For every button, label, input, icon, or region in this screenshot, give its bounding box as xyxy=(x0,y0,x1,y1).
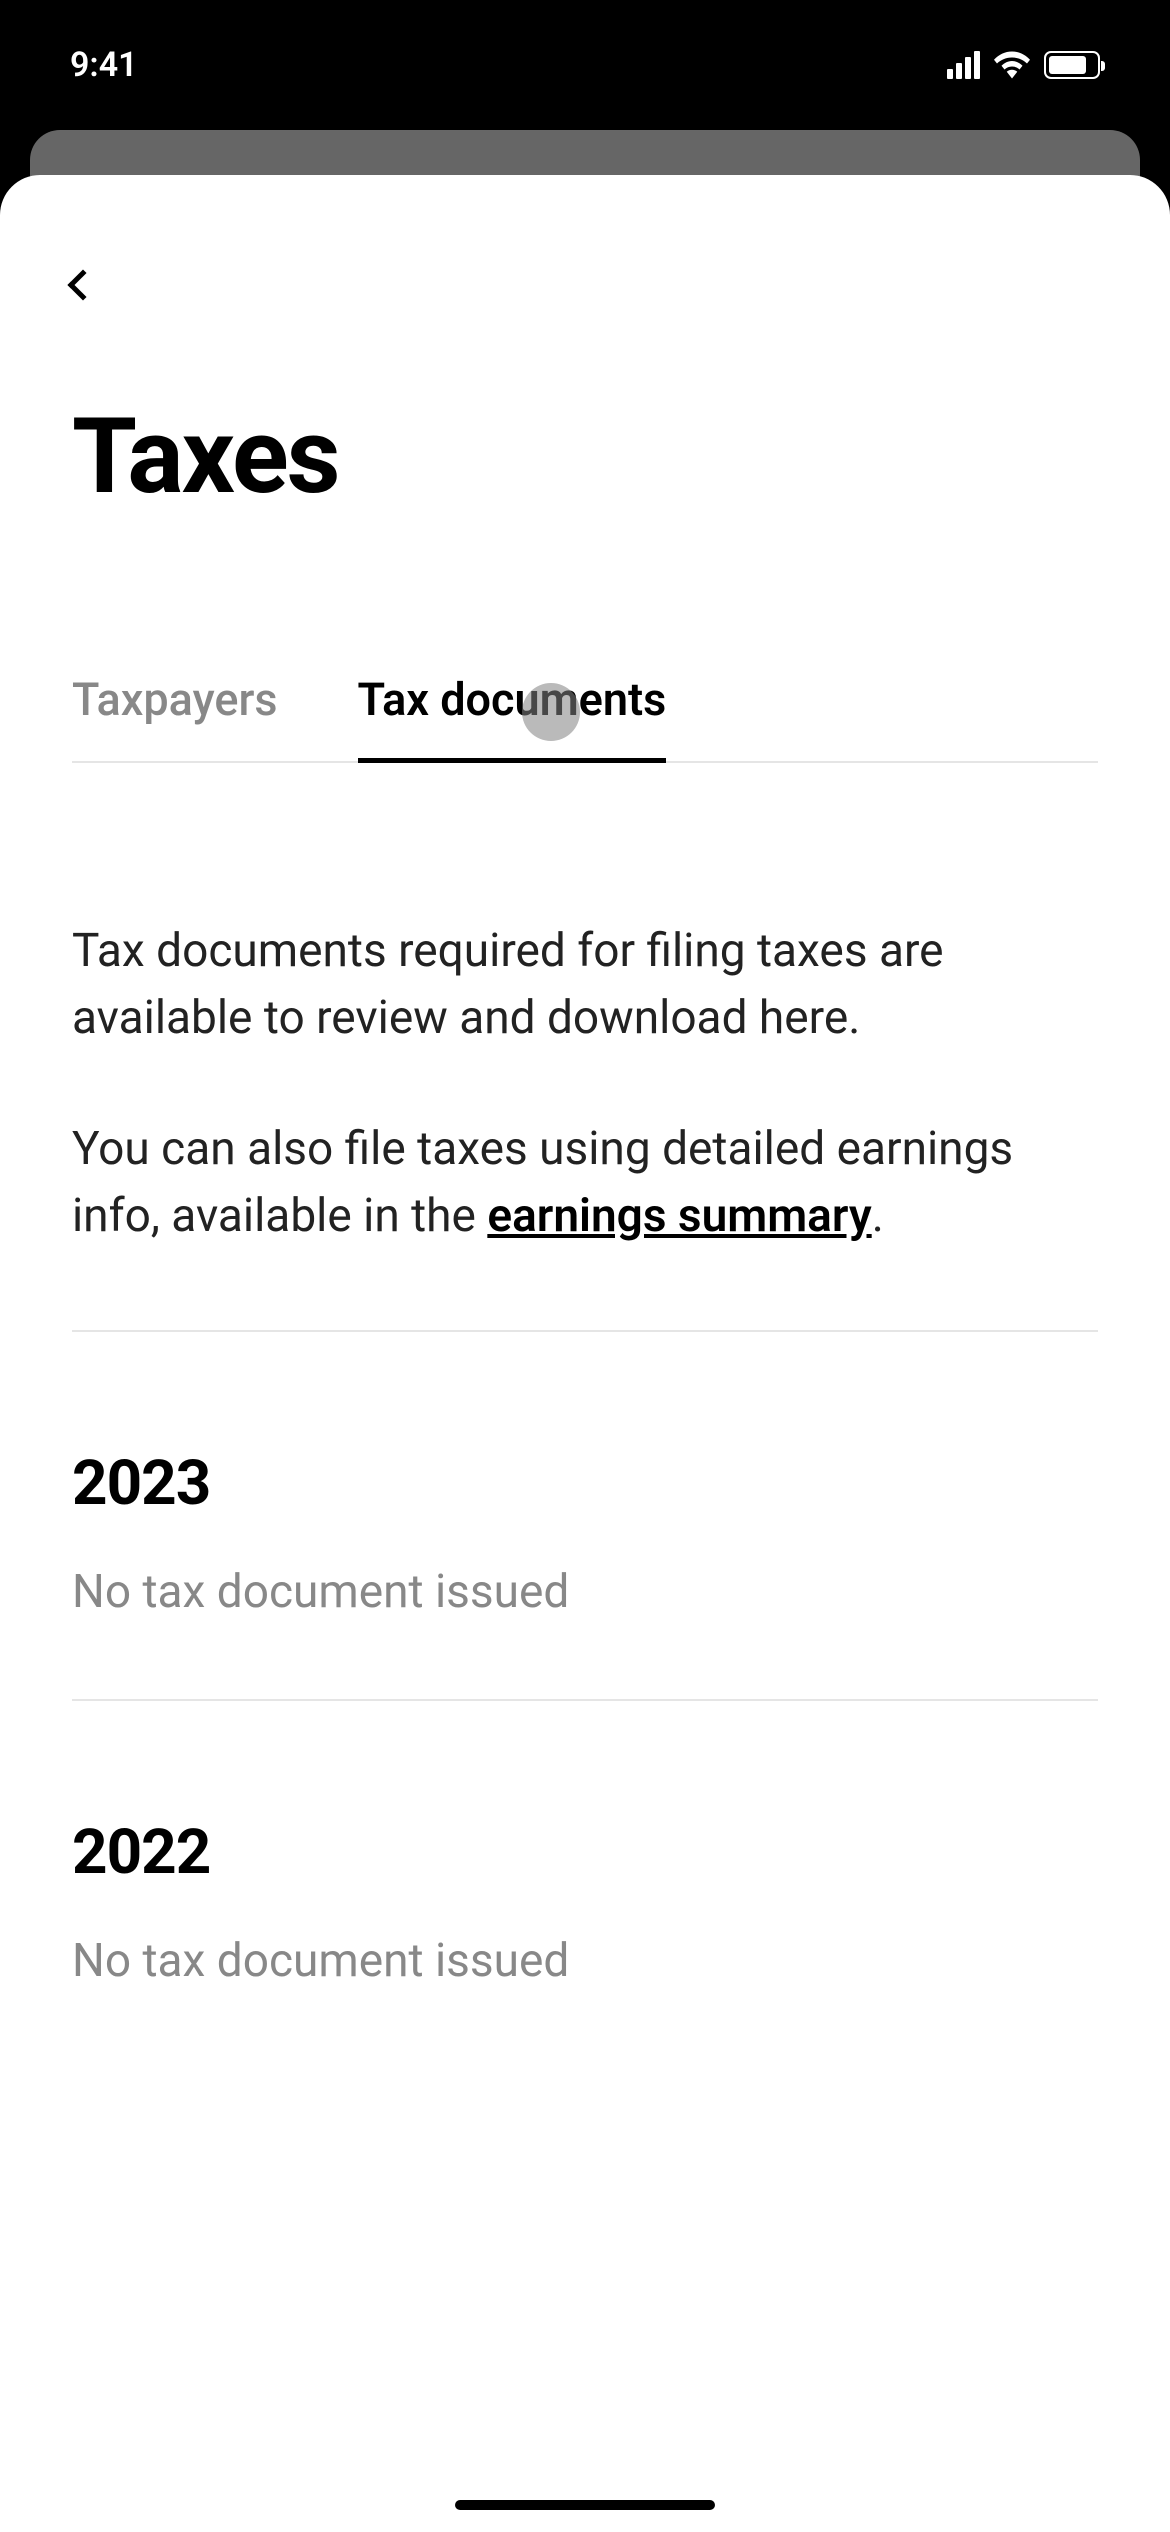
year-status: No tax document issued xyxy=(72,1934,1098,1988)
tabs-container: Taxpayers Tax documents xyxy=(72,673,1098,763)
year-section-2023: 2023 No tax document issued xyxy=(72,1447,1098,1619)
cellular-signal-icon xyxy=(947,51,980,79)
year-status: No tax document issued xyxy=(72,1565,1098,1619)
status-bar: 9:41 xyxy=(0,0,1170,130)
year-section-2022: 2022 No tax document issued xyxy=(72,1816,1098,1988)
page-title: Taxes xyxy=(72,395,1098,518)
back-button[interactable] xyxy=(72,260,122,310)
wifi-icon xyxy=(994,51,1030,79)
description-text: Tax documents required for filing taxes … xyxy=(72,918,1098,1250)
status-time: 9:41 xyxy=(70,45,138,85)
earnings-summary-link[interactable]: earnings summary xyxy=(487,1189,871,1243)
main-sheet: Taxes Taxpayers Tax documents Tax docume… xyxy=(0,175,1170,2532)
year-title: 2023 xyxy=(72,1447,1098,1520)
description-paragraph-2: You can also file taxes using detailed e… xyxy=(72,1116,1098,1249)
home-indicator xyxy=(455,2500,715,2510)
divider xyxy=(72,1330,1098,1332)
battery-icon xyxy=(1044,51,1100,79)
tab-taxpayers[interactable]: Taxpayers xyxy=(72,673,278,761)
status-icons xyxy=(947,51,1100,79)
year-title: 2022 xyxy=(72,1816,1098,1889)
divider xyxy=(72,1699,1098,1701)
tab-tax-documents[interactable]: Tax documents xyxy=(358,673,667,761)
description-paragraph-1: Tax documents required for filing taxes … xyxy=(72,918,1098,1051)
chevron-left-icon xyxy=(67,269,98,300)
